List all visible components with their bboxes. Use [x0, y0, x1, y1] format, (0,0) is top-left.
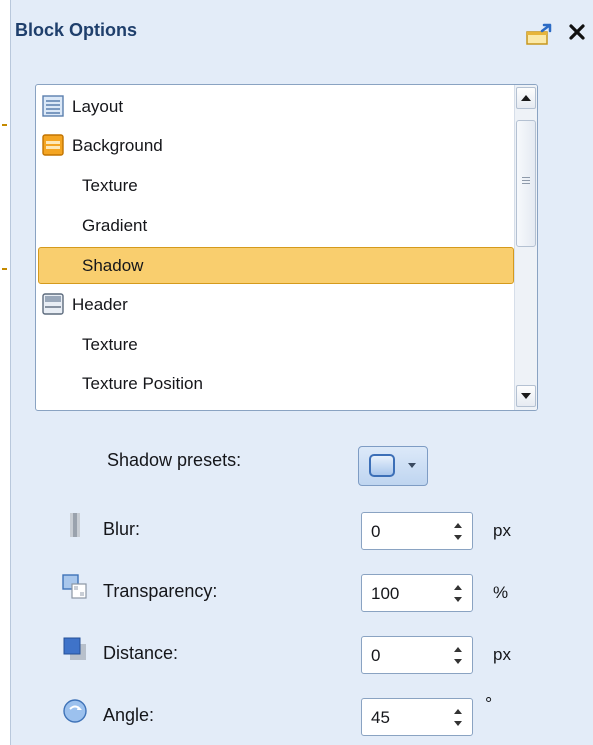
distance-label: Distance:: [103, 643, 179, 663]
spin-up-icon[interactable]: [451, 518, 465, 531]
angle-icon: [63, 699, 87, 723]
chevron-down-icon: [408, 463, 416, 468]
spin-down-icon[interactable]: [451, 594, 465, 607]
distance-spin-editor[interactable]: 0: [361, 636, 473, 674]
list-item-label: Texture: [82, 335, 138, 354]
blur-label: Blur:: [103, 519, 141, 539]
edge-mark: [2, 124, 7, 126]
shadow-presets-dropdown[interactable]: [358, 446, 428, 486]
distance-value[interactable]: 0: [371, 646, 380, 666]
list-item-texture[interactable]: Texture: [38, 326, 514, 363]
list-item-layout[interactable]: Layout: [38, 88, 514, 125]
angle-label: Angle:: [103, 705, 155, 725]
block-options-panel: Block Options Layout Background Texture …: [11, 0, 593, 745]
screen: Block Options Layout Background Texture …: [0, 0, 593, 745]
list-item-label: Shadow: [82, 256, 144, 275]
spin-down-icon[interactable]: [451, 532, 465, 545]
edge-mark: [2, 268, 7, 270]
background-icon: [42, 134, 64, 156]
triangle-down-icon: [521, 393, 531, 399]
spin-up-icon[interactable]: [451, 642, 465, 655]
list-item-texture[interactable]: Texture: [38, 167, 514, 204]
list-item-shadow[interactable]: Shadow: [38, 247, 514, 284]
panel-header: Block Options: [11, 0, 593, 60]
panel-title: Block Options: [15, 20, 138, 40]
list-item-label: Texture Position: [82, 374, 203, 393]
list-item-texture-position[interactable]: Texture Position: [38, 365, 514, 402]
triangle-up-icon: [521, 95, 531, 101]
angle-unit: °: [485, 694, 493, 714]
distance-row: Distance: 0 px: [11, 636, 593, 676]
list-items: Layout Background Texture Gradient Shado…: [36, 85, 514, 410]
grip-icon: [522, 177, 530, 186]
list-item-label: Layout: [72, 97, 124, 116]
scroll-up-button[interactable]: [516, 87, 536, 109]
auto-hide-pin-icon[interactable]: [526, 23, 556, 45]
transparency-row: Transparency: 100 %: [11, 574, 593, 614]
list-item-gradient[interactable]: Gradient: [38, 207, 514, 244]
blur-value[interactable]: 0: [371, 522, 380, 542]
spin-down-icon[interactable]: [451, 656, 465, 669]
close-icon[interactable]: [565, 19, 591, 45]
transparency-unit: %: [493, 583, 509, 602]
shadow-presets-label: Shadow presets:: [107, 450, 242, 470]
scrollbar-thumb[interactable]: [516, 120, 536, 247]
list-item-label: Texture: [82, 176, 138, 195]
spin-up-icon[interactable]: [451, 580, 465, 593]
blur-icon: [70, 513, 80, 537]
transparency-spin-editor[interactable]: 100: [361, 574, 473, 612]
spin-down-icon[interactable]: [451, 718, 465, 731]
spin-up-icon[interactable]: [451, 704, 465, 717]
angle-row: Angle: 45 °: [11, 694, 593, 738]
shadow-preview-icon: [369, 454, 395, 477]
layout-icon: [42, 95, 64, 117]
list-item-label: Header: [72, 295, 128, 314]
header-icon: [42, 293, 64, 315]
distance-unit: px: [493, 645, 511, 664]
list-item-label: Gradient: [82, 216, 148, 235]
list-item-header[interactable]: Header: [38, 286, 514, 323]
adjacent-window-edge: [0, 0, 11, 745]
angle-spin-editor[interactable]: 45: [361, 698, 473, 736]
scroll-down-button[interactable]: [516, 385, 536, 407]
transparency-icon: [62, 574, 87, 599]
list-item-label: Background: [72, 136, 163, 155]
list-item-background[interactable]: Background: [38, 127, 514, 164]
options-tree-list[interactable]: Layout Background Texture Gradient Shado…: [35, 84, 538, 411]
transparency-label: Transparency:: [103, 581, 218, 601]
vertical-scrollbar[interactable]: [514, 85, 537, 410]
blur-spin-editor[interactable]: 0: [361, 512, 473, 550]
angle-value[interactable]: 45: [371, 708, 390, 728]
transparency-value[interactable]: 100: [371, 584, 399, 604]
blur-row: Blur: 0 px: [11, 512, 593, 552]
blur-unit: px: [493, 521, 511, 540]
distance-icon: [63, 637, 86, 660]
